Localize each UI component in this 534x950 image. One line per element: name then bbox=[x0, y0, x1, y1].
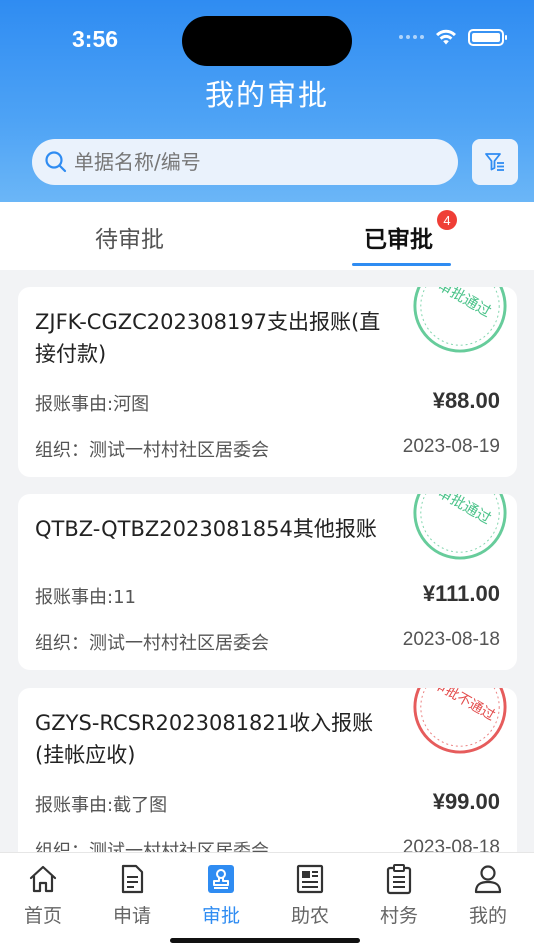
card-amount: ¥88.00 bbox=[432, 388, 500, 413]
newspaper-icon bbox=[296, 864, 324, 894]
tabbar-item-mine[interactable]: 我的 bbox=[458, 863, 518, 928]
card-org: 组织：测试一村村社区居委会 bbox=[35, 440, 269, 461]
tabbar-label: 村务 bbox=[379, 905, 418, 927]
page-title: 我的审批 bbox=[204, 78, 329, 112]
rejected-stamp-icon: 审批不通过 bbox=[413, 688, 507, 754]
card-reason: 报账事由:河图 bbox=[35, 394, 150, 415]
card-title: GZYS-RCSR2023081821收入报账(挂帐应收) bbox=[35, 711, 374, 767]
tabbar-label: 审批 bbox=[201, 905, 240, 927]
tabbar-label: 助农 bbox=[290, 905, 329, 927]
status-time: 3:56 bbox=[72, 26, 119, 52]
stamp-icon bbox=[208, 865, 234, 893]
card-title: ZJFK-CGZC202308197支出报账(直接付款) bbox=[35, 310, 381, 366]
card-org: 组织：测试一村村社区居委会 bbox=[35, 633, 269, 654]
user-icon bbox=[474, 865, 502, 894]
wifi-icon bbox=[436, 29, 456, 45]
approved-count-badge: 4 bbox=[437, 210, 457, 230]
card-date: 2023-08-18 bbox=[402, 629, 500, 650]
approved-stamp-icon: 审批通过 bbox=[413, 494, 507, 560]
status-icons bbox=[399, 28, 507, 46]
card-reason: 报账事由:11 bbox=[35, 587, 136, 608]
search-icon bbox=[45, 151, 67, 173]
tabbar-label: 申请 bbox=[112, 905, 151, 927]
document-icon bbox=[121, 864, 144, 894]
tabbar-item-agri[interactable]: 助农 bbox=[280, 863, 340, 928]
stamp-text: 审批通过 bbox=[435, 287, 495, 321]
home-indicator bbox=[170, 938, 360, 943]
battery-icon bbox=[468, 28, 507, 46]
approval-card[interactable]: ZJFK-CGZC202308197支出报账(直接付款) 报账事由:河图 ¥88… bbox=[18, 287, 517, 477]
bottom-tab-bar: 首页 申请 审批 助农 村务 我的 bbox=[0, 852, 534, 950]
active-tab-indicator bbox=[352, 263, 451, 266]
clipboard-icon bbox=[386, 864, 412, 895]
tab-pending[interactable]: 待审批 bbox=[95, 220, 164, 254]
approved-stamp-icon: 审批通过 bbox=[413, 287, 507, 353]
stamp-text: 审批通过 bbox=[435, 494, 495, 528]
stamp-text: 审批不通过 bbox=[430, 688, 498, 724]
signal-icon bbox=[399, 35, 424, 39]
tabbar-item-apply[interactable]: 申请 bbox=[102, 863, 162, 928]
card-title: QTBZ-QTBZ2023081854其他报账 bbox=[35, 517, 377, 541]
home-icon bbox=[29, 865, 57, 893]
tabbar-item-village[interactable]: 村务 bbox=[369, 863, 429, 928]
search-input[interactable] bbox=[74, 150, 414, 174]
filter-icon bbox=[485, 153, 504, 171]
card-reason: 报账事由:截了图 bbox=[35, 795, 168, 816]
approval-card[interactable]: QTBZ-QTBZ2023081854其他报账 报账事由:11 ¥111.00 … bbox=[18, 494, 517, 670]
tab-approved[interactable]: 已审批 bbox=[364, 220, 433, 254]
tabbar-item-approve[interactable]: 审批 bbox=[191, 863, 251, 928]
card-amount: ¥99.00 bbox=[432, 789, 500, 814]
card-amount: ¥111.00 bbox=[422, 581, 500, 606]
search-box[interactable] bbox=[32, 139, 458, 185]
card-date: 2023-08-19 bbox=[402, 436, 500, 457]
header-bar: 3:56 我的审批 bbox=[0, 0, 534, 202]
tabbar-label: 我的 bbox=[468, 905, 507, 927]
filter-button[interactable] bbox=[472, 139, 518, 185]
tabbar-item-home[interactable]: 首页 bbox=[13, 863, 73, 928]
approval-card[interactable]: GZYS-RCSR2023081821收入报账(挂帐应收) 报账事由:截了图 ¥… bbox=[18, 688, 517, 878]
tabbar-label: 首页 bbox=[23, 905, 62, 927]
dynamic-island bbox=[182, 16, 352, 66]
